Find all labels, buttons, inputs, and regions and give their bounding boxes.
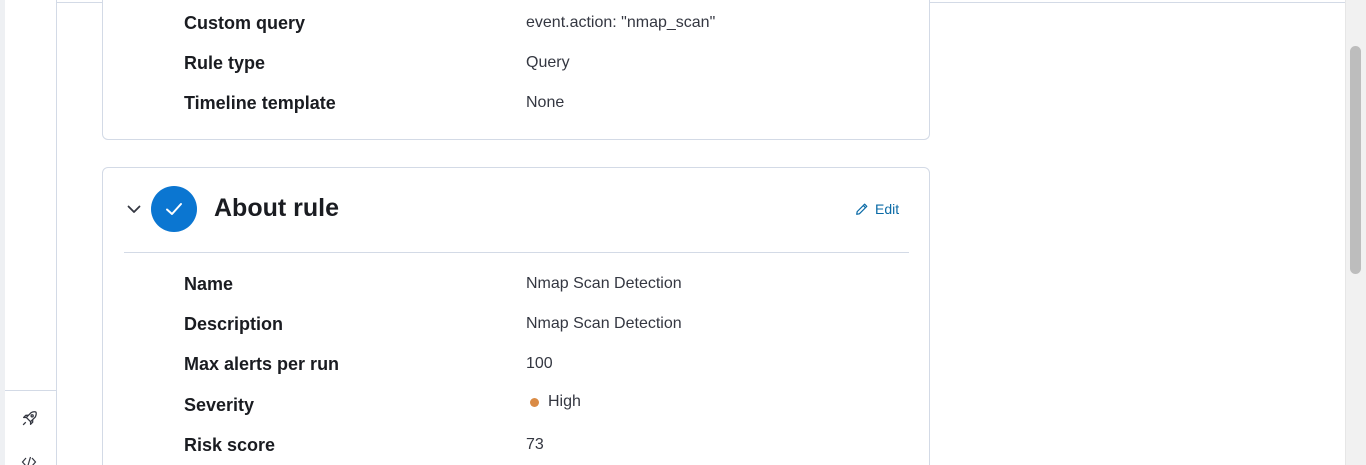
row-label: Name bbox=[184, 273, 234, 294]
left-rail bbox=[0, 0, 57, 465]
about-row-max-alerts: Max alerts per run 100 bbox=[184, 352, 904, 376]
row-value: event.action: "nmap_scan" bbox=[526, 14, 716, 31]
vertical-scrollbar[interactable] bbox=[1345, 0, 1366, 465]
row-value: Nmap Scan Detection bbox=[526, 315, 682, 332]
row-label: Description bbox=[184, 313, 284, 334]
edit-label: Edit bbox=[875, 201, 900, 217]
step-complete-badge bbox=[151, 186, 197, 232]
code-icon[interactable] bbox=[19, 452, 39, 465]
row-label: Risk score bbox=[184, 434, 276, 455]
severity-badge: High bbox=[530, 393, 581, 411]
row-value: 73 bbox=[526, 436, 544, 453]
definition-row-timeline-template: Timeline template None bbox=[184, 91, 904, 115]
check-icon bbox=[166, 203, 182, 215]
definition-panel: Custom query event.action: "nmap_scan" R… bbox=[102, 0, 930, 140]
row-label: Custom query bbox=[184, 12, 306, 33]
row-label: Timeline template bbox=[184, 92, 336, 113]
edit-button[interactable]: Edit bbox=[855, 198, 899, 220]
about-row-risk-score: Risk score 73 bbox=[184, 433, 904, 457]
rail-strip bbox=[0, 0, 5, 465]
row-value: 100 bbox=[526, 355, 553, 372]
about-row-severity: Severity High bbox=[184, 393, 904, 417]
rail-divider bbox=[5, 390, 56, 391]
row-value: Query bbox=[526, 54, 570, 71]
row-label: Rule type bbox=[184, 52, 266, 73]
row-value: Nmap Scan Detection bbox=[526, 275, 682, 292]
collapse-button[interactable] bbox=[123, 198, 145, 220]
pencil-icon bbox=[856, 203, 868, 215]
about-rule-header: About rule Edit bbox=[103, 168, 929, 252]
chevron-down-icon bbox=[127, 205, 141, 213]
about-row-description: Description Nmap Scan Detection bbox=[184, 312, 904, 336]
row-value: None bbox=[526, 94, 565, 111]
severity-dot-icon bbox=[530, 397, 539, 407]
about-rule-panel: About rule Edit Name Nmap Scan Detection… bbox=[102, 167, 930, 465]
row-label: Severity bbox=[184, 394, 255, 415]
about-row-name: Name Nmap Scan Detection bbox=[184, 272, 904, 296]
definition-row-rule-type: Rule type Query bbox=[184, 51, 904, 75]
row-label: Max alerts per run bbox=[184, 353, 340, 374]
about-rule-title: About rule bbox=[214, 194, 339, 222]
severity-value: High bbox=[548, 393, 581, 410]
header-divider bbox=[124, 252, 909, 253]
rocket-icon[interactable] bbox=[19, 408, 39, 428]
definition-row-custom-query: Custom query event.action: "nmap_scan" bbox=[184, 11, 904, 35]
scrollbar-thumb[interactable] bbox=[1350, 46, 1361, 274]
